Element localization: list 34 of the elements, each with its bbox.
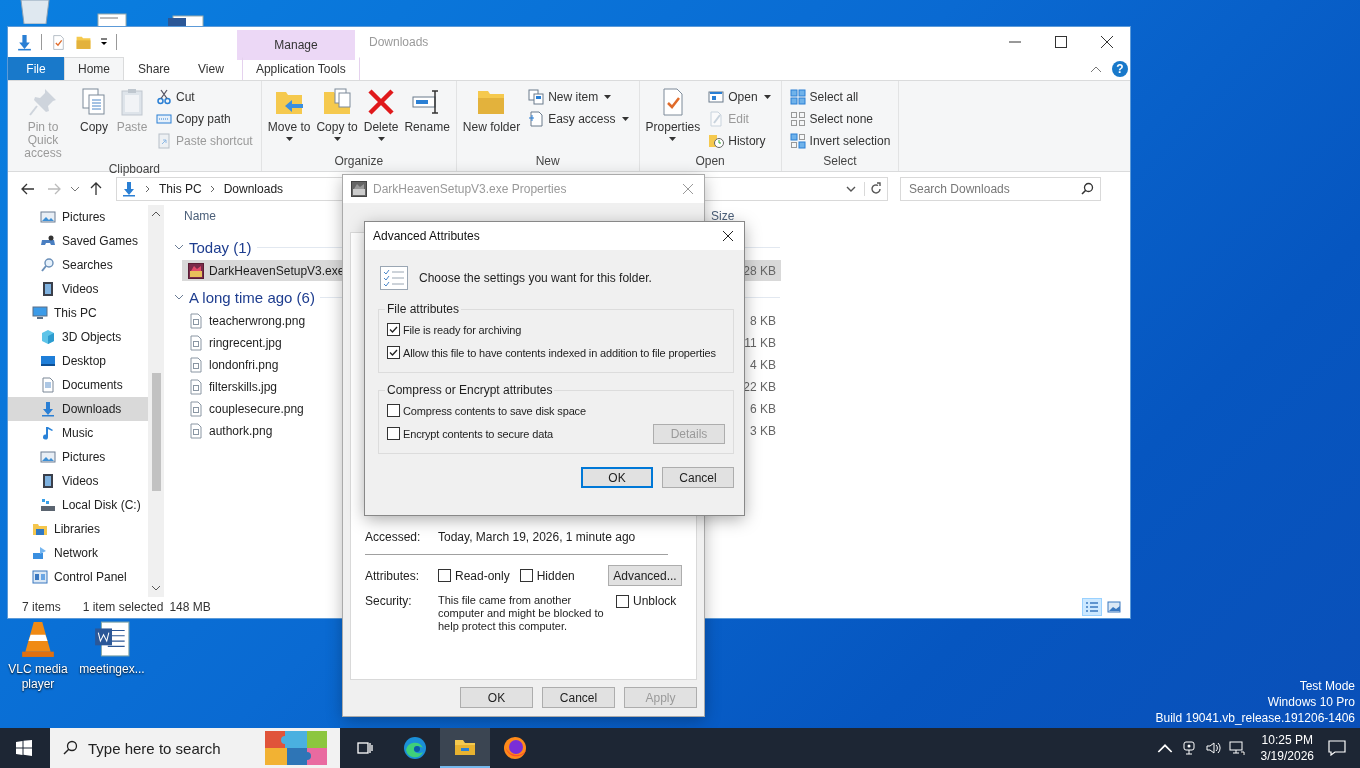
file-name: DarkHeavenSetupV3.exe	[209, 263, 345, 278]
status-text: 148 MB	[169, 600, 211, 614]
field-label: Security:	[365, 594, 413, 608]
field-label: Attributes:	[365, 568, 421, 583]
file-name: londonfri.png	[209, 357, 279, 372]
status-text: 1 item selected	[82, 600, 164, 614]
file-name: couplesecure.png	[209, 401, 304, 416]
dialog-title: DarkHeavenSetupV3.exe Properties	[373, 182, 567, 196]
file-name: ringrecent.jpg	[209, 335, 282, 350]
group-label: Select	[822, 154, 858, 170]
file-size: 8 KB	[749, 313, 776, 328]
file-name: teacherwrong.png	[209, 313, 306, 328]
status-text: 7 items	[22, 600, 61, 614]
field-label: Accessed:	[365, 530, 422, 544]
field-value: Today, March 19, 2026, 1 minute ago	[438, 530, 636, 544]
security-text: This file came from another computer and might be blocked to help protect this computer.	[438, 594, 605, 633]
group-label: New	[534, 154, 561, 170]
group-label: Clipboard	[107, 162, 162, 176]
file-size: 4 KB	[749, 357, 776, 372]
group-label: Compress or Encrypt attributes	[386, 383, 554, 397]
window-title: Downloads	[369, 35, 429, 49]
file-name: authork.png	[209, 423, 273, 438]
context-tab-header: Manage	[237, 30, 355, 60]
file-size: 6 KB	[749, 401, 776, 416]
dialog-title: Advanced Attributes	[373, 229, 480, 243]
watermark-text: Test Mode	[1299, 678, 1355, 694]
file-name: filterskills.jpg	[209, 379, 277, 394]
group-label: Organize	[333, 154, 385, 170]
watermark-text: Windows 10 Pro	[1267, 694, 1355, 710]
watermark-text: Build 19041.vb_release.191206-1406	[1155, 710, 1355, 726]
file-size: 11 KB	[743, 335, 776, 350]
intro-text: Choose the settings you want for this folder.	[419, 271, 652, 285]
group-label: Open	[694, 154, 726, 170]
group-label: File attributes	[386, 302, 461, 316]
